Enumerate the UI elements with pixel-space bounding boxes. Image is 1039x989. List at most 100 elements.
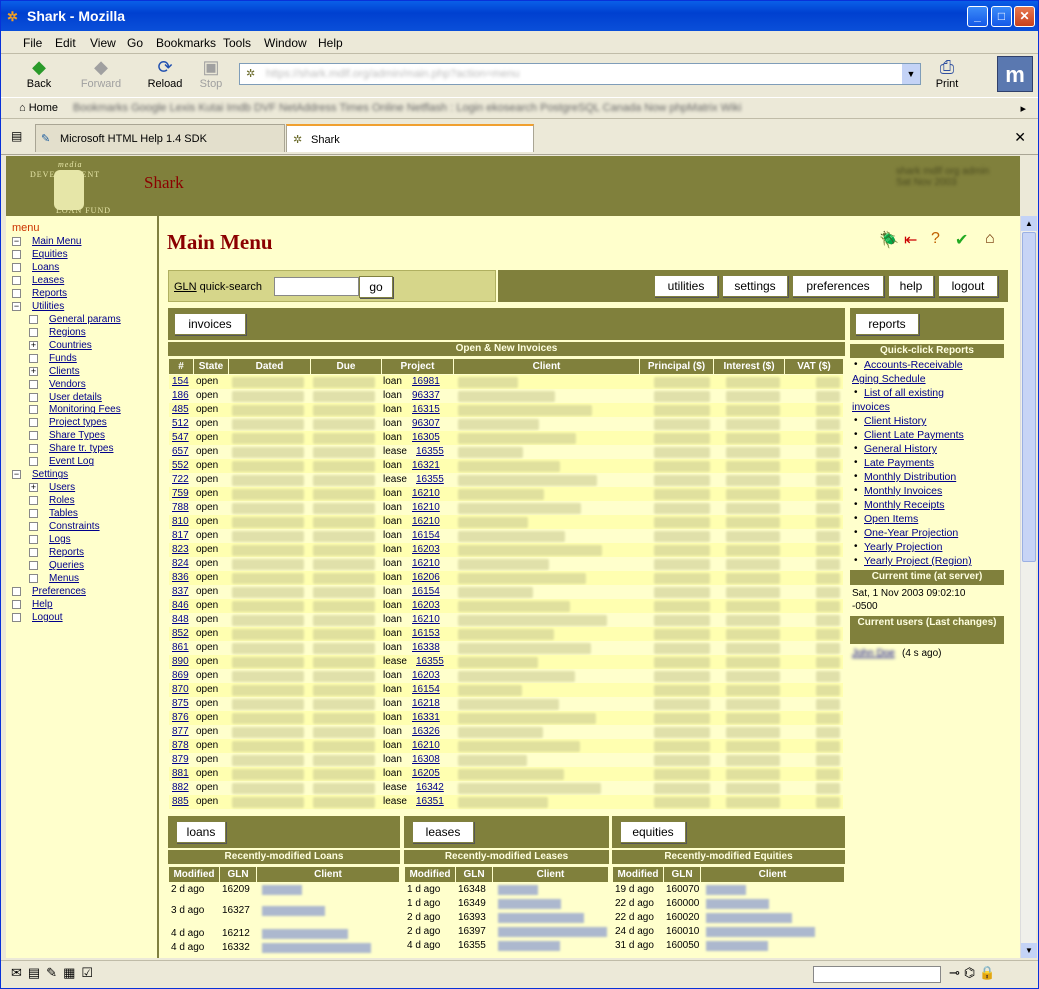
sidebar-item[interactable]: Clients	[49, 366, 80, 377]
leaf-icon[interactable]	[12, 288, 21, 298]
blurred-client-link[interactable]	[498, 885, 538, 895]
invoice-link[interactable]: 824	[172, 557, 189, 571]
menu-file[interactable]: File	[23, 36, 42, 50]
leaf-icon[interactable]	[12, 275, 21, 285]
blurred-client-link[interactable]	[706, 899, 769, 909]
report-link[interactable]: Yearly Projection	[864, 541, 942, 553]
blurred-client-link[interactable]	[706, 941, 768, 951]
invoice-link[interactable]: 878	[172, 739, 189, 753]
blurred-client-link[interactable]	[498, 927, 607, 937]
invoice-link[interactable]: 877	[172, 725, 189, 739]
project-link[interactable]: 16338	[412, 641, 440, 655]
user-link[interactable]: John Doe	[852, 647, 895, 661]
menu-bookmarks[interactable]: Bookmarks	[156, 36, 216, 50]
leaf-icon[interactable]	[12, 599, 21, 609]
sidebar-item[interactable]: Roles	[49, 495, 75, 506]
sidebar-item[interactable]: General params	[49, 314, 121, 325]
scroll-up-icon[interactable]: ▲	[1021, 216, 1037, 231]
sidebar-item[interactable]: Queries	[49, 560, 84, 571]
sidebar-item[interactable]: Reports	[49, 547, 84, 558]
project-link[interactable]: 16153	[412, 627, 440, 641]
blurred-client-link[interactable]	[706, 885, 746, 895]
sidebar-item[interactable]: Utilities	[32, 301, 64, 312]
minimize-button[interactable]: _	[967, 6, 988, 27]
project-link[interactable]: 16210	[412, 501, 440, 515]
sidebar-item[interactable]: Constraints	[49, 521, 100, 532]
sidebar-item[interactable]: Reports	[32, 288, 67, 299]
project-link[interactable]: 16154	[412, 585, 440, 599]
invoice-link[interactable]: 759	[172, 487, 189, 501]
project-link[interactable]: 16351	[416, 795, 444, 809]
leaf-icon[interactable]	[29, 314, 38, 324]
invoice-link[interactable]: 817	[172, 529, 189, 543]
sidebar-item[interactable]: Event Log	[49, 456, 94, 467]
leaf-icon[interactable]	[29, 379, 38, 389]
report-link[interactable]: General History	[864, 443, 937, 455]
sidebar-item[interactable]: Monitoring Fees	[49, 404, 121, 415]
invoice-link[interactable]: 881	[172, 767, 189, 781]
report-link[interactable]: Monthly Distribution	[864, 471, 956, 483]
home-button[interactable]: ⌂ Home	[19, 102, 58, 114]
close-tab-icon[interactable]: ✕	[1014, 129, 1026, 146]
sidebar-item[interactable]: Main Menu	[32, 236, 81, 247]
quick-search-input[interactable]	[274, 277, 359, 296]
report-link[interactable]: List of all existing	[864, 387, 944, 399]
maximize-button[interactable]: □	[991, 6, 1012, 27]
leaf-icon[interactable]	[29, 522, 38, 532]
leaf-icon[interactable]	[12, 262, 21, 272]
invoice-link[interactable]: 879	[172, 753, 189, 767]
project-link[interactable]: 16154	[412, 529, 440, 543]
preferences-button[interactable]: preferences	[792, 275, 884, 297]
report-link[interactable]: Accounts-Receivable	[864, 359, 963, 371]
stop-button[interactable]: ▣ Stop	[187, 56, 235, 90]
invoice-link[interactable]: 512	[172, 417, 189, 431]
menu-view[interactable]: View	[90, 36, 116, 50]
leaf-icon[interactable]	[29, 327, 38, 337]
leaf-icon[interactable]	[29, 431, 38, 441]
report-link[interactable]: Client Late Payments	[864, 429, 964, 441]
collapse-icon[interactable]: −	[12, 301, 21, 311]
tab-html-help[interactable]: ✎ Microsoft HTML Help 1.4 SDK	[35, 124, 285, 152]
close-button[interactable]: ✕	[1014, 6, 1035, 27]
page-scrollbar[interactable]: ▲ ▼	[1020, 216, 1037, 958]
project-link[interactable]: 16355	[416, 445, 444, 459]
sidebar-item[interactable]: Regions	[49, 327, 86, 338]
collapse-icon[interactable]: −	[12, 237, 21, 246]
utilities-button[interactable]: utilities	[654, 275, 718, 297]
project-link[interactable]: 16355	[416, 655, 444, 669]
leaf-icon[interactable]	[12, 249, 21, 259]
invoice-link[interactable]: 547	[172, 431, 189, 445]
invoice-link[interactable]: 869	[172, 669, 189, 683]
loans-button[interactable]: loans	[176, 821, 226, 843]
tab-shark[interactable]: ✲ Shark	[286, 124, 534, 152]
invoice-link[interactable]: 810	[172, 515, 189, 529]
sidebar-item[interactable]: Logs	[49, 534, 71, 545]
blurred-client-link[interactable]	[262, 943, 371, 953]
chevron-right-icon[interactable]: ▸	[1020, 102, 1026, 115]
invoice-link[interactable]: 861	[172, 641, 189, 655]
leaf-icon[interactable]	[29, 444, 38, 454]
print-button[interactable]: ⎙ Print	[923, 56, 971, 90]
blurred-client-link[interactable]	[498, 899, 561, 909]
scroll-down-icon[interactable]: ▼	[1021, 943, 1037, 958]
project-link[interactable]: 16305	[412, 431, 440, 445]
menu-window[interactable]: Window	[264, 36, 307, 50]
sidebar-item[interactable]: Vendors	[49, 379, 86, 390]
sidebar-item[interactable]: Menus	[49, 573, 79, 584]
invoice-link[interactable]: 885	[172, 795, 189, 809]
invoice-link[interactable]: 836	[172, 571, 189, 585]
url-dropdown-icon[interactable]: ▼	[902, 64, 920, 84]
invoice-link[interactable]: 186	[172, 389, 189, 403]
report-link[interactable]: Aging Schedule	[852, 373, 926, 385]
blurred-client-link[interactable]	[262, 885, 302, 895]
invoice-link[interactable]: 837	[172, 585, 189, 599]
sidebar-item[interactable]: User details	[49, 392, 102, 403]
menu-help[interactable]: Help	[318, 36, 343, 50]
report-link[interactable]: Late Payments	[864, 457, 934, 469]
blurred-client-link[interactable]	[498, 913, 584, 923]
invoice-link[interactable]: 657	[172, 445, 189, 459]
component-bar-icons[interactable]: ✉▤✎▦☑	[11, 965, 99, 981]
project-link[interactable]: 16154	[412, 683, 440, 697]
invoice-link[interactable]: 485	[172, 403, 189, 417]
forward-button[interactable]: ◆ Forward	[77, 56, 125, 90]
